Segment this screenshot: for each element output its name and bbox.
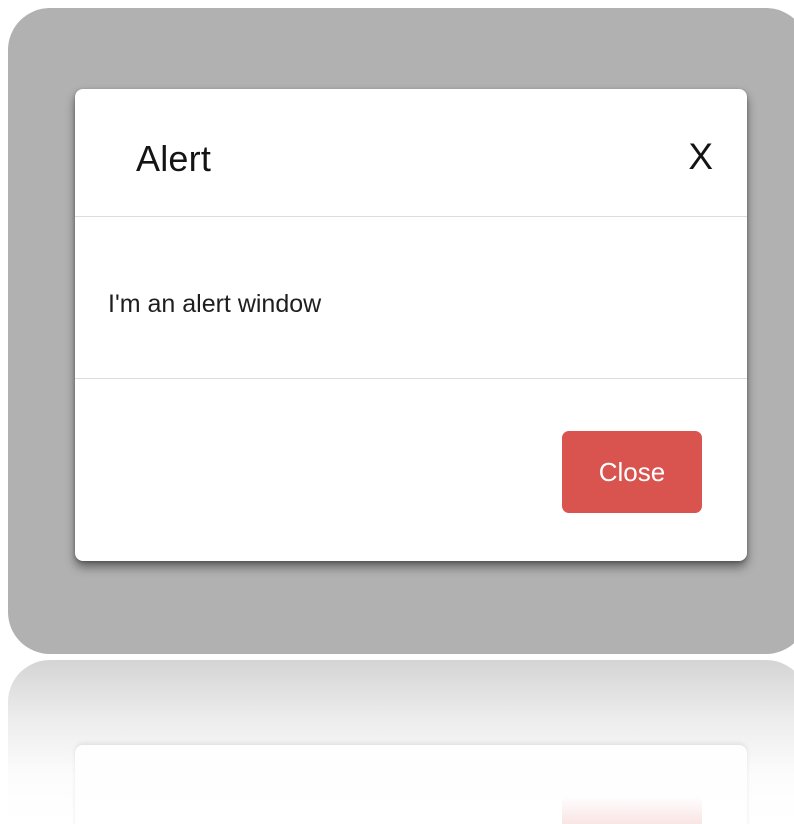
dialog-footer: Close	[75, 379, 747, 561]
reflection-close-button	[562, 796, 702, 824]
dialog-header: Alert X	[75, 89, 747, 217]
dialog-message: I'm an alert window	[108, 290, 322, 318]
alert-dialog: Alert X I'm an alert window Close	[75, 89, 747, 561]
close-button[interactable]: Close	[562, 431, 702, 513]
close-icon[interactable]: X	[688, 135, 713, 179]
dialog-title: Alert	[136, 138, 212, 179]
dialog-reflection	[8, 660, 794, 824]
dialog-body: I'm an alert window	[75, 217, 747, 379]
screenshot-stage: Alert X I'm an alert window Close	[0, 0, 794, 824]
